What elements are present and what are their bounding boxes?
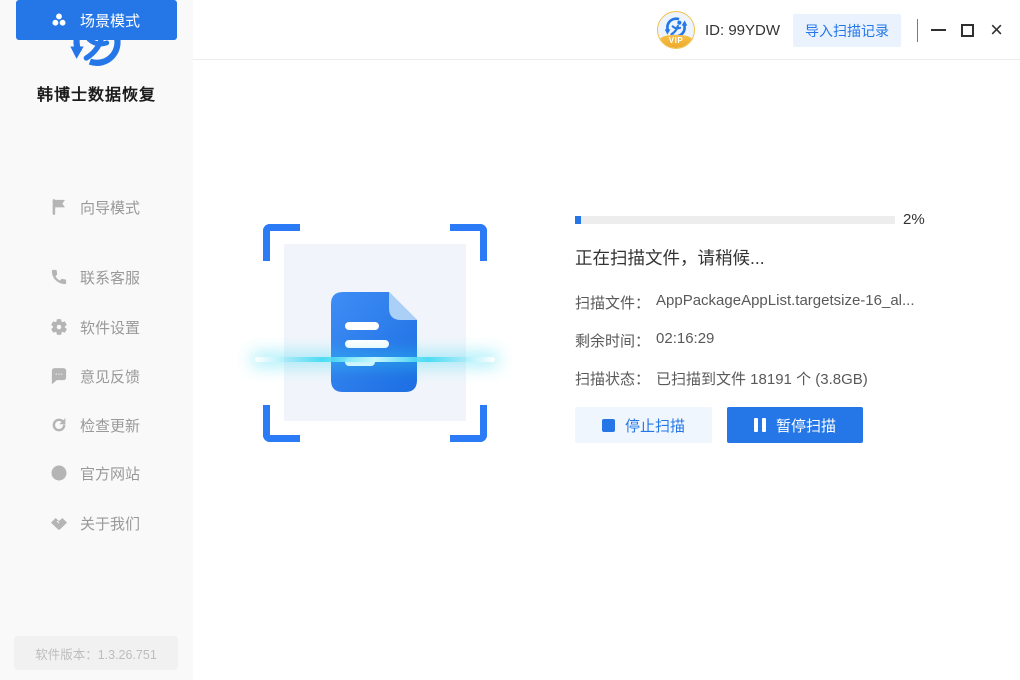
stop-scan-label: 停止扫描 bbox=[624, 417, 685, 435]
official-website-icon bbox=[51, 465, 67, 481]
scan-frame-corner bbox=[263, 224, 300, 261]
sidebar-item-label: 联系客服 bbox=[80, 269, 141, 287]
scan-animation bbox=[255, 224, 495, 442]
sidebar-item-settings[interactable]: 软件设置 bbox=[0, 307, 193, 347]
sidebar-item-feedback[interactable]: 意见反馈 bbox=[0, 356, 193, 396]
sidebar-item-label: 官方网站 bbox=[80, 465, 141, 483]
sidebar-item-official-website[interactable]: 官方网站 bbox=[0, 453, 193, 493]
scan-actions: 停止扫描 暂停扫描 bbox=[575, 407, 863, 443]
scan-file-value: AppPackageAppList.targetsize-16_al... bbox=[656, 292, 915, 309]
scene-mode-icon bbox=[52, 13, 66, 26]
vip-avatar[interactable]: VIP bbox=[657, 11, 695, 49]
time-remaining-value: 02:16:29 bbox=[656, 330, 715, 347]
scan-state-row: 扫描状态： 已扫描到文件 18191 个 (3.8GB) bbox=[575, 368, 868, 389]
feedback-icon bbox=[51, 368, 67, 385]
contact-support-icon bbox=[51, 269, 67, 285]
app-window: 韩博士数据恢复 场景模式 向导模式 联系客服 软件设置 意见反馈 检查更新 官方… bbox=[0, 0, 1020, 680]
titlebar: VIP ID: 99YDW 导入扫描记录 × bbox=[193, 0, 1020, 60]
sidebar-item-label: 场景模式 bbox=[80, 12, 141, 30]
scan-frame-corner bbox=[450, 224, 487, 261]
scan-panel: 2% 正在扫描文件，请稍候... 扫描文件： AppPackageAppList… bbox=[193, 60, 1020, 680]
close-button[interactable]: × bbox=[982, 0, 1011, 60]
sidebar-item-check-update[interactable]: 检查更新 bbox=[0, 405, 193, 445]
sidebar-item-label: 意见反馈 bbox=[80, 368, 141, 386]
scan-frame-corner bbox=[450, 405, 487, 442]
scan-state-label: 扫描状态： bbox=[575, 371, 651, 388]
progress-fill bbox=[575, 215, 582, 224]
scan-frame-corner bbox=[263, 405, 300, 442]
settings-icon bbox=[51, 319, 67, 335]
scanline-glow bbox=[255, 357, 495, 362]
stop-scan-button[interactable]: 停止扫描 bbox=[575, 407, 712, 443]
sidebar-item-contact-support[interactable]: 联系客服 bbox=[0, 257, 193, 297]
pause-icon bbox=[753, 418, 766, 432]
scan-file-label: 扫描文件： bbox=[575, 295, 651, 312]
pause-scan-label: 暂停扫描 bbox=[775, 417, 836, 435]
sidebar-item-wizard-mode[interactable]: 向导模式 bbox=[0, 187, 193, 227]
check-update-icon bbox=[52, 418, 66, 432]
document-icon bbox=[329, 292, 421, 392]
sidebar-item-label: 关于我们 bbox=[80, 515, 141, 533]
maximize-icon bbox=[961, 23, 974, 37]
titlebar-divider bbox=[917, 19, 918, 42]
scan-file-row: 扫描文件： AppPackageAppList.targetsize-16_al… bbox=[575, 292, 915, 313]
minimize-icon bbox=[931, 29, 946, 31]
software-version: 软件版本：1.3.26.751 bbox=[14, 636, 178, 670]
sidebar: 韩博士数据恢复 场景模式 向导模式 联系客服 软件设置 意见反馈 检查更新 官方… bbox=[0, 0, 193, 680]
time-remaining-row: 剩余时间： 02:16:29 bbox=[575, 330, 714, 351]
sidebar-item-label: 检查更新 bbox=[80, 417, 141, 435]
scan-info: 2% 正在扫描文件，请稍候... 扫描文件： AppPackageAppList… bbox=[575, 211, 935, 511]
sidebar-item-label: 软件设置 bbox=[80, 319, 141, 337]
sidebar-item-label: 向导模式 bbox=[80, 199, 141, 217]
progress-percent: 2% bbox=[903, 211, 925, 228]
scan-status-message: 正在扫描文件，请稍候... bbox=[575, 248, 765, 268]
time-remaining-label: 剩余时间： bbox=[575, 333, 651, 350]
close-icon: × bbox=[990, 17, 1003, 42]
minimize-button[interactable] bbox=[924, 0, 953, 60]
user-id: ID: 99YDW bbox=[705, 21, 781, 39]
vip-badge: VIP bbox=[658, 35, 694, 48]
wizard-mode-icon bbox=[52, 199, 65, 215]
app-title: 韩博士数据恢复 bbox=[36, 87, 156, 104]
progress-row: 2% bbox=[575, 211, 925, 228]
sidebar-item-scene-mode[interactable]: 场景模式 bbox=[16, 0, 177, 40]
scan-state-value: 已扫描到文件 18191 个 (3.8GB) bbox=[656, 371, 868, 388]
import-scan-record-button[interactable]: 导入扫描记录 bbox=[793, 14, 901, 47]
progress-bar bbox=[575, 215, 895, 224]
pause-scan-button[interactable]: 暂停扫描 bbox=[727, 407, 863, 443]
stop-icon bbox=[601, 418, 615, 432]
maximize-button[interactable] bbox=[953, 0, 982, 60]
about-us-icon bbox=[50, 517, 68, 530]
sidebar-item-about-us[interactable]: 关于我们 bbox=[0, 503, 193, 543]
